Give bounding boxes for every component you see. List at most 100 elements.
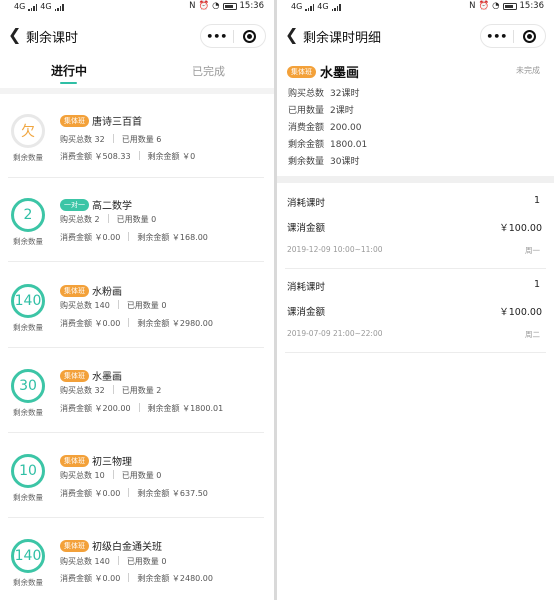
status-text: 未完成 (516, 66, 540, 75)
course-amounts: 消费金额 ￥0.00 剩余金额 ￥168.00 (60, 232, 208, 243)
course-title: 初三物理 (92, 457, 132, 468)
course-card[interactable]: 欠 剩余数量 集体班 唐诗三百首 购买总数 32 已用数量 6 消费金额 ￥508… (0, 94, 274, 178)
status-right: N ⏰ ◔ 15:36 (189, 1, 264, 11)
alarm-icon: ⏰ (478, 1, 490, 11)
amount-value: ￥100.00 (499, 223, 542, 234)
carrier-label: 4G (14, 2, 26, 11)
close-icon[interactable] (233, 29, 265, 43)
course-card[interactable]: 140 剩余数量 集体班 初级白金通关班 购买总数 140 已用数量 0 消费金额… (0, 519, 274, 600)
remaining-label: 剩余数量 (13, 153, 43, 162)
class-type-badge: 集体班 (60, 540, 89, 552)
bought-count: 购买总数 2 (60, 215, 100, 224)
remaining-amount: 剩余金额 ￥0 (147, 152, 196, 161)
detail-value: 200.00 (330, 123, 362, 133)
signal-icons: 4G 4G (291, 2, 341, 11)
class-type-badge: 集体班 (60, 285, 89, 297)
signal-icons: 4G 4G (14, 2, 64, 11)
consume-value: 1 (533, 195, 540, 206)
nav-bar: ❮ 剩余课时明细 ••• (277, 14, 554, 58)
course-card[interactable]: 30 剩余数量 集体班 水墨画 购买总数 32 已用数量 2 消费金额 ￥200.… (0, 349, 274, 433)
remaining-circle: 2 (11, 198, 45, 232)
course-counts: 购买总数 32 已用数量 2 (60, 385, 161, 396)
record-datetime: 2019-12-09 10:00~11:00 (287, 245, 383, 254)
record-weekday: 周一 (525, 246, 540, 255)
used-count: 已用数量 0 (126, 557, 167, 566)
bought-count: 购买总数 140 (60, 557, 110, 566)
course-card[interactable]: 2 剩余数量 一对一 高二数学 购买总数 2 已用数量 0 消费金额 ￥0.00 剩… (0, 178, 274, 262)
remaining-amount: 剩余金额 ￥168.00 (137, 233, 208, 242)
spent-amount: 消费金额 ￥200.00 (60, 404, 131, 413)
battery-icon (222, 2, 237, 10)
course-counts: 购买总数 10 已用数量 0 (60, 470, 161, 481)
status-bar: 4G 4G N ⏰ ◔ 15:36 (0, 0, 274, 14)
status-right: N ⏰ ◔ 15:36 (469, 1, 544, 11)
nfc-icon: N (189, 1, 196, 11)
detail-line: 消费金额 200.00 (288, 120, 362, 133)
detail-line: 购买总数 32课时 (288, 86, 359, 99)
tab-completed[interactable]: 已完成 (192, 63, 225, 79)
battery-icon (502, 2, 517, 10)
close-icon[interactable] (513, 29, 545, 43)
course-amounts: 消费金额 ￥508.33 剩余金额 ￥0 (60, 151, 195, 162)
tab-bar: 进行中 已完成 (0, 58, 274, 88)
network-label: 4G (40, 2, 52, 11)
clock: 15:36 (239, 1, 265, 11)
amount-value: ￥100.00 (499, 307, 542, 318)
course-counts: 购买总数 32 已用数量 6 (60, 134, 161, 145)
remaining-circle: 30 (11, 369, 45, 403)
detail-value: 32课时 (330, 89, 360, 99)
remaining-label: 剩余数量 (13, 578, 43, 587)
tab-indicator (60, 82, 77, 84)
bought-count: 购买总数 10 (60, 471, 105, 480)
class-type-badge: 集体班 (60, 455, 89, 467)
course-card[interactable]: 140 剩余数量 集体班 水粉画 购买总数 140 已用数量 0 消费金额 ￥0.… (0, 264, 274, 348)
detail-label: 剩余数量 (288, 157, 325, 167)
course-detail-header: 集体班 水墨画 未完成 购买总数 32课时 已用数量 2课时 消费金额 200.00 … (277, 58, 554, 174)
left-screen: 4G 4G N ⏰ ◔ 15:36 ❮ 剩余课时 ••• 进行中 已完成 欠 剩… (0, 0, 274, 600)
network-label: 4G (317, 2, 329, 11)
remaining-circle: 欠 (11, 114, 45, 148)
section-divider (277, 176, 554, 183)
record-datetime: 2019-07-09 21:00~22:00 (287, 329, 383, 338)
detail-line: 剩余金额 1800.01 (288, 137, 367, 150)
speed-icon: ◔ (492, 1, 500, 11)
record-weekday: 周二 (525, 330, 540, 339)
tab-in-progress[interactable]: 进行中 (51, 62, 87, 79)
course-title: 唐诗三百首 (92, 117, 142, 128)
course-title: 高二数学 (92, 201, 132, 212)
detail-label: 剩余金额 (288, 140, 325, 150)
remaining-amount: 剩余金额 ￥1800.01 (147, 404, 224, 413)
status-bar: 4G 4G N ⏰ ◔ 15:36 (277, 0, 554, 14)
back-icon[interactable]: ❮ (8, 26, 21, 44)
back-icon[interactable]: ❮ (285, 26, 298, 44)
remaining-amount: 剩余金额 ￥2480.00 (137, 574, 213, 583)
detail-value: 30课时 (330, 157, 360, 167)
course-card[interactable]: 10 剩余数量 集体班 初三物理 购买总数 10 已用数量 0 消费金额 ￥0.0… (0, 434, 274, 518)
used-count: 已用数量 0 (116, 215, 157, 224)
detail-label: 消费金额 (288, 123, 325, 133)
clock: 15:36 (519, 1, 545, 11)
used-count: 已用数量 0 (121, 471, 162, 480)
amount-label: 课消金额 (287, 223, 326, 234)
more-icon[interactable]: ••• (481, 30, 513, 43)
used-count: 已用数量 0 (126, 301, 167, 310)
mini-program-capsule: ••• (480, 24, 546, 48)
detail-line: 已用数量 2课时 (288, 103, 354, 116)
spent-amount: 消费金额 ￥0.00 (60, 319, 121, 328)
bought-count: 购买总数 32 (60, 135, 105, 144)
remaining-amount: 剩余金额 ￥637.50 (137, 489, 208, 498)
remaining-circle: 140 (11, 284, 45, 318)
remaining-circle: 140 (11, 539, 45, 573)
used-count: 已用数量 2 (121, 386, 162, 395)
remaining-amount: 剩余金额 ￥2980.00 (137, 319, 213, 328)
used-count: 已用数量 6 (121, 135, 162, 144)
course-counts: 购买总数 140 已用数量 0 (60, 300, 166, 311)
detail-value: 2课时 (330, 106, 354, 116)
spent-amount: 消费金额 ￥0.00 (60, 233, 121, 242)
speed-icon: ◔ (212, 1, 220, 11)
alarm-icon: ⏰ (198, 1, 210, 11)
more-icon[interactable]: ••• (201, 30, 233, 43)
course-title: 水粉画 (92, 287, 122, 298)
signal-icon (331, 4, 341, 11)
consumption-record: 消耗课时 1 课消金额 ￥100.00 2019-12-09 10:00~11:… (277, 185, 554, 269)
